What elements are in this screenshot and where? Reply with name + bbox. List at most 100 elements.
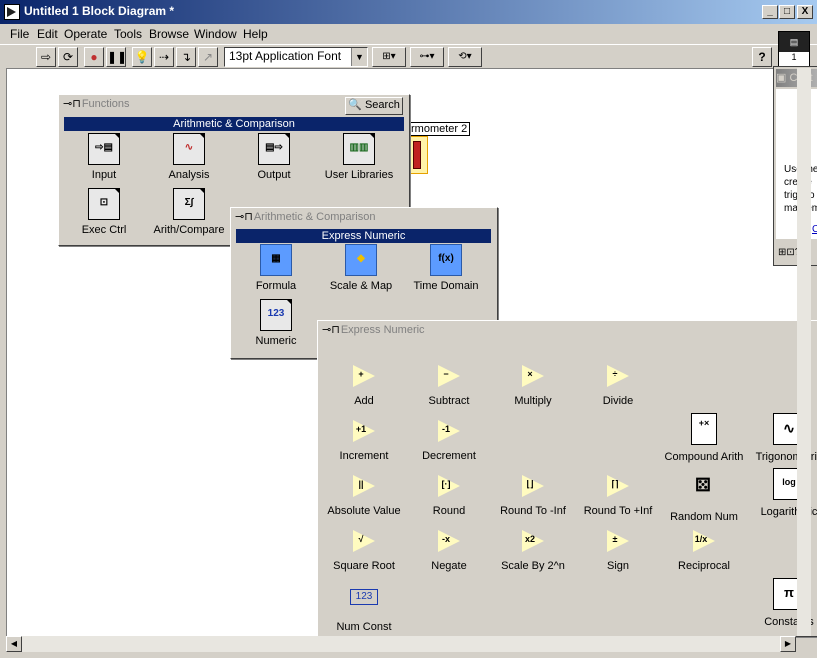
labview-app-icon[interactable]: [4, 4, 20, 20]
palette-item-user-libraries[interactable]: ▥▥ User Libraries: [319, 133, 399, 181]
scroll-left-icon[interactable]: ◀: [6, 636, 22, 652]
round-icon-symbol: [·]: [441, 479, 451, 489]
vi-icon-graphic: ▤: [779, 32, 809, 52]
reorder-dropdown[interactable]: ⟲▾: [448, 47, 482, 67]
font-selector[interactable]: 13pt Application Font ▼: [224, 47, 368, 67]
analysis-icon: ∿: [173, 133, 205, 165]
palette-item-time-domain[interactable]: f(x) Time Domain: [406, 244, 486, 292]
palette-item-formula[interactable]: ▦ Formula: [236, 244, 316, 292]
align-objects-dropdown[interactable]: ⊞▾: [372, 47, 406, 67]
express-item-divide[interactable]: ÷ Divide: [573, 363, 663, 407]
express-item-round-to-neg-inf[interactable]: ⌊⌋ Round To -Inf: [488, 473, 578, 517]
express-item-label: Multiply: [514, 395, 552, 407]
express-item-scale-by-2n[interactable]: x2 Scale By 2^n: [488, 528, 578, 572]
menu-help[interactable]: Help: [243, 27, 268, 41]
arith-palette-title-text: Arithmetic & Comparison: [253, 211, 376, 223]
window-title: Untitled 1 Block Diagram *: [24, 4, 175, 18]
express-item-label: Increment: [339, 450, 389, 462]
show-optional-terminals-icon[interactable]: ⊡: [786, 247, 794, 258]
vi-icon[interactable]: ▤ 1: [778, 31, 810, 69]
output-icon: ▤⇨: [258, 133, 290, 165]
multiply-icon-symbol: ×: [527, 369, 533, 379]
item-label: Exec Ctrl: [81, 224, 127, 236]
horizontal-scrollbar[interactable]: ◀ ▶: [6, 636, 796, 652]
round-to-pos-inf-icon: ⌈⌉: [605, 473, 631, 499]
express-item-square-root[interactable]: √ Square Root: [319, 528, 409, 572]
absolute-value-icon-symbol: ||: [358, 479, 364, 489]
vertical-scrollbar[interactable]: [797, 68, 811, 636]
reciprocal-icon-symbol: 1/x: [694, 534, 708, 544]
abort-icon[interactable]: ●: [84, 47, 104, 67]
item-label: Arith/Compare: [153, 224, 225, 236]
compound-arith-icon-symbol: +×: [698, 418, 710, 428]
express-item-negate[interactable]: -x Negate: [404, 528, 494, 572]
pause-icon[interactable]: ❚❚: [106, 47, 127, 67]
increment-icon-symbol: +1: [355, 424, 367, 434]
run-continuously-icon[interactable]: ⟳: [58, 47, 78, 67]
palette-item-input[interactable]: ⇨▤ Input: [64, 133, 144, 181]
express-item-round[interactable]: [·] Round: [404, 473, 494, 517]
express-item-label: Divide: [602, 395, 634, 407]
express-item-add[interactable]: + Add: [319, 363, 409, 407]
step-into-icon[interactable]: ↴: [176, 47, 196, 67]
menu-browse[interactable]: Browse: [149, 27, 189, 41]
menu-operate[interactable]: Operate: [64, 27, 107, 41]
menu-file[interactable]: File: [10, 27, 29, 41]
step-out-icon[interactable]: ↗: [198, 47, 218, 67]
logarithmic-icon-symbol: log: [782, 477, 796, 487]
square-root-icon-symbol: √: [358, 534, 364, 544]
maximize-button[interactable]: □: [779, 5, 795, 19]
express-item-multiply[interactable]: × Multiply: [488, 363, 578, 407]
palette-item-numeric[interactable]: 123 Numeric: [236, 299, 316, 347]
express-item-sign[interactable]: ± Sign: [573, 528, 663, 572]
search-icon: 🔍: [348, 99, 362, 111]
functions-palette-title[interactable]: ⊸⊓Functions: [63, 97, 130, 110]
palette-item-exec-ctrl[interactable]: ⊡ Exec Ctrl: [64, 188, 144, 236]
round-to-neg-inf-icon-symbol: ⌊⌋: [526, 479, 534, 489]
menu-tools[interactable]: Tools: [114, 27, 142, 41]
item-label: Formula: [255, 280, 297, 292]
highlight-execution-icon[interactable]: 💡: [132, 47, 152, 67]
palette-item-scale-map[interactable]: ◆ Scale & Map: [321, 244, 401, 292]
sign-icon-symbol: ±: [612, 534, 618, 544]
category-title: Arithmetic & Comparison: [64, 117, 404, 131]
palette-item-arith-compare[interactable]: Σ∫ Arith/Compare: [149, 188, 229, 236]
minimize-button[interactable]: _: [762, 5, 778, 19]
palette-item-output[interactable]: ▤⇨ Output: [234, 133, 314, 181]
express-palette-title[interactable]: ⊸⊓Express Numeric: [322, 323, 425, 336]
search-button[interactable]: 🔍 Search: [345, 97, 403, 115]
thermometer-label[interactable]: rmometer 2: [408, 122, 471, 136]
palette-item-analysis[interactable]: ∿ Analysis: [149, 133, 229, 181]
pin-icon[interactable]: ⊸⊓: [63, 98, 81, 110]
menu-window[interactable]: Window: [194, 27, 237, 41]
express-item-num-const[interactable]: 123 Num Const: [319, 583, 409, 633]
express-item-increment[interactable]: +1 Increment: [319, 418, 409, 462]
context-help-icon[interactable]: ?: [752, 47, 772, 67]
express-item-random-num[interactable]: ⚄ Random Num: [659, 473, 749, 523]
express-item-absolute-value[interactable]: || Absolute Value: [319, 473, 409, 517]
express-item-label: Num Const: [336, 621, 392, 633]
input-icon: ⇨▤: [88, 133, 120, 165]
express-item-round-to-pos-inf[interactable]: ⌈⌉ Round To +Inf: [573, 473, 663, 517]
retain-wire-values-icon[interactable]: ⇢: [154, 47, 174, 67]
menu-edit[interactable]: Edit: [37, 27, 58, 41]
express-item-label: Square Root: [333, 560, 395, 572]
absolute-value-icon: ||: [351, 473, 377, 499]
express-item-label: Round To +Inf: [583, 505, 653, 517]
express-item-reciprocal[interactable]: 1/x Reciprocal: [659, 528, 749, 572]
express-item-decrement[interactable]: -1 Decrement: [404, 418, 494, 462]
negate-icon-symbol: -x: [441, 534, 450, 544]
arith-palette-title[interactable]: ⊸⊓Arithmetic & Comparison: [235, 210, 375, 223]
toolbar: ⇨ ⟳ ● ❚❚ 💡 ⇢ ↴ ↗ 13pt Application Font ▼…: [0, 31, 817, 69]
distribute-objects-dropdown[interactable]: ⊶▾: [410, 47, 444, 67]
scroll-right-icon[interactable]: ▶: [780, 636, 796, 652]
run-arrow-icon[interactable]: ⇨: [36, 47, 56, 67]
pin-icon[interactable]: ⊸⊓: [322, 324, 340, 336]
express-item-subtract[interactable]: − Subtract: [404, 363, 494, 407]
express-item-compound-arith[interactable]: +× Compound Arith: [659, 413, 749, 463]
close-button[interactable]: X: [797, 5, 813, 19]
subtract-icon: −: [436, 363, 462, 389]
pin-icon[interactable]: ⊸⊓: [235, 211, 253, 223]
scale-by-power-icon-symbol: x2: [524, 534, 535, 544]
increment-icon: +1: [351, 418, 377, 444]
